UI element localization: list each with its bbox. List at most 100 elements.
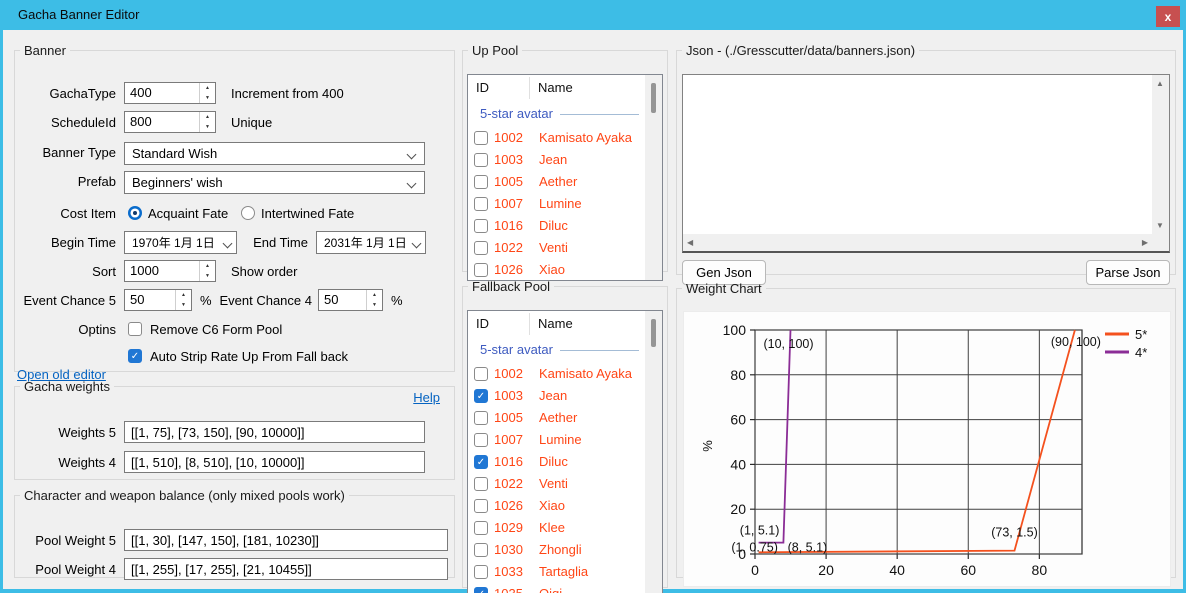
- intertwined-fate-radio[interactable]: [241, 206, 255, 220]
- spin-up-icon[interactable]: ▲: [176, 290, 191, 300]
- fallback-pool-scrollbar[interactable]: [645, 311, 662, 593]
- row-checkbox-checked[interactable]: ✓: [474, 587, 488, 593]
- row-checkbox[interactable]: [474, 263, 488, 277]
- row-checkbox[interactable]: [474, 131, 488, 145]
- row-name: Aether: [539, 174, 577, 189]
- end-time-picker[interactable]: 2031年 1月 1日: [316, 231, 426, 254]
- pool-row: 1029Klee: [468, 517, 645, 539]
- row-checkbox[interactable]: [474, 433, 488, 447]
- begin-time-picker[interactable]: 1970年 1月 1日: [124, 231, 237, 254]
- row-name: Kamisato Ayaka: [539, 130, 632, 145]
- sort-hint: Show order: [231, 264, 297, 279]
- fallback-pool-title: Fallback Pool: [468, 279, 554, 294]
- weights-4-label: Weights 4: [15, 455, 116, 470]
- json-group-title: Json - (./Gresscutter/data/banners.json): [682, 43, 919, 58]
- weights-4-value: [[1, 510], [8, 510], [10, 10000]]: [131, 455, 304, 470]
- row-checkbox[interactable]: [474, 477, 488, 491]
- row-id: 1007: [494, 432, 523, 447]
- pool-weight-5-input[interactable]: [[1, 30], [147, 150], [181, 10230]]: [124, 529, 448, 551]
- spin-down-icon[interactable]: ▼: [200, 122, 215, 132]
- spin-up-icon[interactable]: ▲: [200, 261, 215, 271]
- fallback-pool-rows: 1002Kamisato Ayaka✓1003Jean1005Aether100…: [468, 363, 645, 593]
- row-name: Venti: [539, 240, 568, 255]
- scheduleid-spin-buttons[interactable]: ▲▼: [199, 112, 215, 132]
- row-checkbox[interactable]: [474, 197, 488, 211]
- spin-up-icon[interactable]: ▲: [367, 290, 382, 300]
- gachatype-spin-buttons[interactable]: ▲▼: [199, 83, 215, 103]
- legend-label: 5*: [1135, 327, 1147, 342]
- sort-spin-buttons[interactable]: ▲▼: [199, 261, 215, 281]
- close-button[interactable]: x: [1156, 6, 1180, 27]
- json-textarea[interactable]: [683, 75, 1152, 234]
- spin-down-icon[interactable]: ▼: [200, 93, 215, 103]
- gachatype-spinner[interactable]: 400 ▲▼: [124, 82, 216, 104]
- up-pool-rows: 1002Kamisato Ayaka1003Jean1005Aether1007…: [468, 127, 645, 280]
- row-checkbox[interactable]: [474, 411, 488, 425]
- event-chance-5-spin-buttons[interactable]: ▲▼: [175, 290, 191, 310]
- fallback-pool-list: ID Name 5-star avatar 1002Kamisato Ayaka…: [467, 310, 663, 593]
- title-bar[interactable]: Gacha Banner Editor x: [0, 0, 1186, 30]
- row-checkbox[interactable]: [474, 565, 488, 579]
- row-checkbox[interactable]: [474, 543, 488, 557]
- remove-c6-checkbox[interactable]: [128, 322, 142, 336]
- help-link[interactable]: Help: [411, 390, 442, 405]
- row-id: 1003: [494, 152, 523, 167]
- scrollbar-thumb[interactable]: [651, 319, 656, 347]
- pool-row: 1007Lumine: [468, 193, 645, 215]
- spin-up-icon[interactable]: ▲: [200, 112, 215, 122]
- column-divider: [529, 313, 530, 335]
- window-title: Gacha Banner Editor: [18, 0, 139, 30]
- row-checkbox[interactable]: [474, 153, 488, 167]
- row-checkbox-checked[interactable]: ✓: [474, 455, 488, 469]
- json-vertical-scrollbar[interactable]: ▲ ▼: [1152, 75, 1169, 234]
- chevron-down-icon: [407, 179, 417, 189]
- row-checkbox[interactable]: [474, 367, 488, 381]
- scheduleid-hint: Unique: [231, 115, 272, 130]
- scheduleid-spinner[interactable]: 800 ▲▼: [124, 111, 216, 133]
- sort-spinner[interactable]: 1000 ▲▼: [124, 260, 216, 282]
- row-checkbox[interactable]: [474, 219, 488, 233]
- spin-down-icon[interactable]: ▼: [200, 271, 215, 281]
- balance-group-title: Character and weapon balance (only mixed…: [20, 488, 349, 503]
- spin-down-icon[interactable]: ▼: [176, 300, 191, 310]
- acquaint-fate-radio[interactable]: [128, 206, 142, 220]
- pool-row: 1026Xiao: [468, 259, 645, 280]
- sort-label: Sort: [15, 264, 116, 279]
- scroll-left-icon[interactable]: ◀: [687, 238, 693, 247]
- pool-row: 1003Jean: [468, 149, 645, 171]
- x-tick-label: 0: [751, 562, 759, 578]
- row-checkbox-checked[interactable]: ✓: [474, 389, 488, 403]
- scroll-right-icon[interactable]: ▶: [1142, 238, 1148, 247]
- scroll-down-icon[interactable]: ▼: [1156, 221, 1164, 230]
- scrollbar-thumb[interactable]: [651, 83, 656, 113]
- row-name: Tartaglia: [539, 564, 588, 579]
- pool-row: ✓1003Jean: [468, 385, 645, 407]
- row-checkbox[interactable]: [474, 241, 488, 255]
- event-chance-5-value: 50: [125, 290, 175, 310]
- weights-5-input[interactable]: [[1, 75], [73, 150], [90, 10000]]: [124, 421, 425, 443]
- spin-up-icon[interactable]: ▲: [200, 83, 215, 93]
- id-column-header: ID: [476, 316, 489, 331]
- spin-down-icon[interactable]: ▼: [367, 300, 382, 310]
- banner-type-select[interactable]: Standard Wish: [124, 142, 425, 165]
- fallback-pool-category: 5-star avatar: [468, 337, 645, 363]
- banner-type-label: Banner Type: [15, 145, 116, 160]
- up-pool-scrollbar[interactable]: [645, 75, 662, 280]
- row-checkbox[interactable]: [474, 175, 488, 189]
- scroll-up-icon[interactable]: ▲: [1156, 79, 1164, 88]
- json-horizontal-scrollbar[interactable]: ◀ ▶: [683, 234, 1152, 251]
- auto-strip-checkbox[interactable]: ✓: [128, 349, 142, 363]
- intertwined-fate-label: Intertwined Fate: [261, 206, 354, 221]
- scheduleid-value: 800: [125, 112, 199, 132]
- row-id: 1022: [494, 476, 523, 491]
- row-name: Aether: [539, 410, 577, 425]
- event-chance-4-spinner[interactable]: 50 ▲▼: [318, 289, 383, 311]
- row-checkbox[interactable]: [474, 499, 488, 513]
- prefab-select[interactable]: Beginners' wish: [124, 171, 425, 194]
- event-chance-4-spin-buttons[interactable]: ▲▼: [366, 290, 382, 310]
- pool-weight-4-input[interactable]: [[1, 255], [17, 255], [21, 10455]]: [124, 558, 448, 580]
- category-line: [560, 114, 639, 115]
- event-chance-5-spinner[interactable]: 50 ▲▼: [124, 289, 192, 311]
- row-checkbox[interactable]: [474, 521, 488, 535]
- weights-4-input[interactable]: [[1, 510], [8, 510], [10, 10000]]: [124, 451, 425, 473]
